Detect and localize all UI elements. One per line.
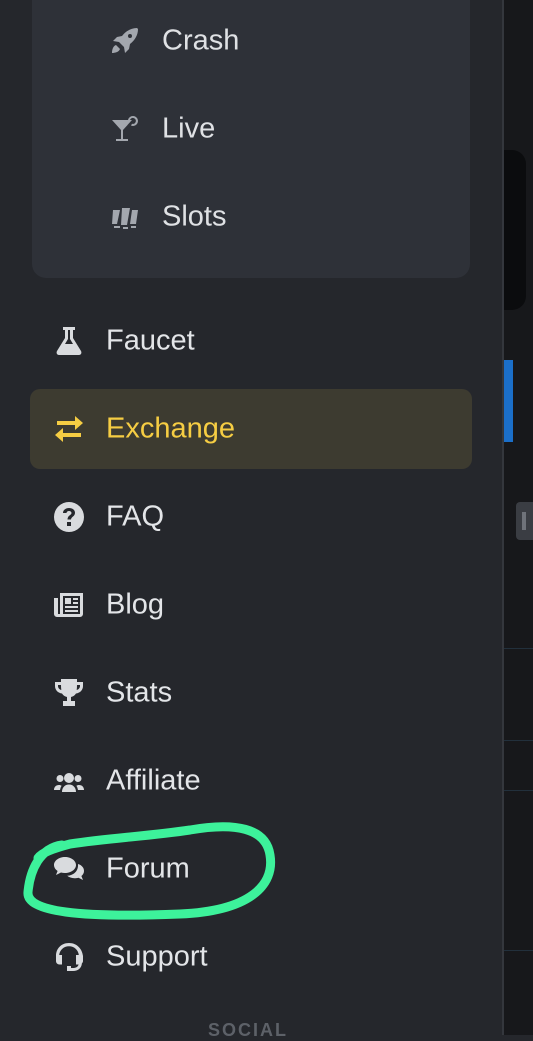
toggle-chip[interactable] bbox=[516, 502, 533, 540]
game-item-live[interactable]: Live bbox=[108, 99, 488, 159]
section-label-social: SOCIAL bbox=[208, 1020, 289, 1040]
nav-label: Exchange bbox=[106, 412, 235, 445]
blue-button-edge[interactable] bbox=[504, 360, 513, 442]
rocket-icon bbox=[108, 24, 142, 58]
nav-label: Stats bbox=[106, 676, 173, 709]
nav-item-affiliate[interactable]: Affiliate bbox=[30, 741, 472, 821]
nav-item-blog[interactable]: Blog bbox=[30, 565, 472, 645]
game-label: Crash bbox=[162, 24, 240, 57]
nav-item-forum[interactable]: Forum bbox=[30, 829, 472, 909]
nav-label: Blog bbox=[106, 588, 165, 621]
headset-icon bbox=[52, 940, 86, 974]
cocktail-icon bbox=[108, 112, 142, 146]
divider bbox=[504, 648, 533, 649]
nav-item-stats[interactable]: Stats bbox=[30, 653, 472, 733]
flask-icon bbox=[52, 324, 86, 358]
game-label: Slots bbox=[162, 200, 227, 233]
nav-label: Faucet bbox=[106, 324, 195, 357]
nav-label: FAQ bbox=[106, 500, 165, 533]
exchange-arrows-icon bbox=[52, 412, 86, 446]
game-label: Live bbox=[162, 112, 216, 145]
newspaper-icon bbox=[52, 588, 86, 622]
question-circle-icon bbox=[52, 500, 86, 534]
comments-icon bbox=[52, 852, 86, 886]
nav-label: Forum bbox=[106, 852, 190, 885]
sidebar-nav: Crash Live Slots Faucet Exchange FAQ Blo… bbox=[0, 0, 502, 1040]
slot-machine-icon bbox=[108, 200, 142, 234]
main-content-edge bbox=[504, 0, 533, 1035]
nav-item-faq[interactable]: FAQ bbox=[30, 477, 472, 557]
divider bbox=[504, 950, 533, 951]
nav-label: Affiliate bbox=[106, 764, 201, 797]
nav-item-exchange[interactable]: Exchange bbox=[30, 389, 472, 469]
nav-label: Support bbox=[106, 940, 208, 973]
trophy-icon bbox=[52, 676, 86, 710]
content-card bbox=[504, 150, 526, 310]
games-submenu: Crash Live Slots bbox=[32, 0, 470, 278]
divider bbox=[504, 790, 533, 791]
divider bbox=[504, 740, 533, 741]
users-icon bbox=[52, 764, 86, 798]
game-item-crash[interactable]: Crash bbox=[108, 11, 488, 71]
game-item-slots[interactable]: Slots bbox=[108, 187, 488, 247]
nav-item-faucet[interactable]: Faucet bbox=[30, 301, 472, 381]
nav-item-support[interactable]: Support bbox=[30, 917, 472, 997]
